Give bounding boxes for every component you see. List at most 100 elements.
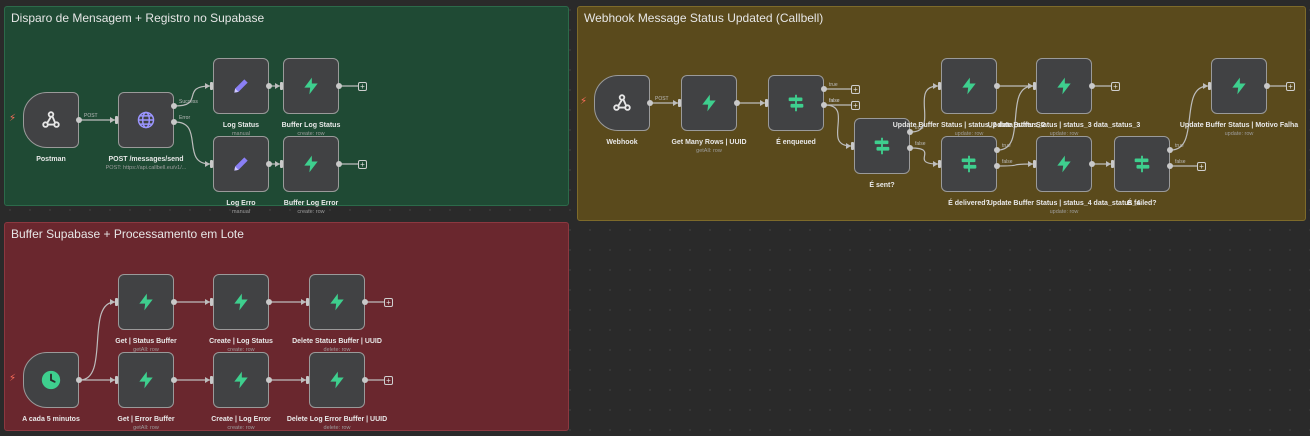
input-handle[interactable] — [1033, 160, 1036, 168]
input-handle[interactable] — [210, 82, 213, 90]
supabase-icon — [231, 292, 251, 312]
pencil-icon — [231, 154, 251, 174]
if-icon — [785, 92, 807, 114]
input-handle[interactable] — [280, 82, 283, 90]
output-handle[interactable] — [266, 377, 272, 383]
edge-label-post: POST — [655, 96, 669, 102]
node-subtitle: POST: https://api.callbell.eu/v1/... — [105, 165, 187, 171]
node-title: É sent? — [869, 182, 895, 189]
output-handle[interactable] — [1089, 83, 1095, 89]
output-handle[interactable] — [171, 299, 177, 305]
add-node-button[interactable]: + — [1197, 161, 1206, 171]
input-handle[interactable] — [1111, 160, 1114, 168]
node-title: Delete Status Buffer | UUID — [292, 338, 382, 345]
output-handle[interactable] — [994, 147, 1000, 153]
node-log_erro[interactable]: Log Erro manual — [213, 136, 269, 215]
add-node-button[interactable]: + — [358, 81, 367, 91]
edge-label-true: true — [1175, 143, 1184, 149]
output-handle[interactable] — [821, 102, 827, 108]
node-delete_status_buffer[interactable]: Delete Status Buffer | UUID delete: row — [292, 274, 382, 353]
add-node-button[interactable]: + — [1111, 81, 1120, 91]
output-handle[interactable] — [1167, 147, 1173, 153]
output-handle[interactable] — [907, 145, 913, 151]
node-e_enqueued[interactable]: É enqueued — [768, 75, 824, 146]
output-handle[interactable] — [647, 100, 653, 106]
node-create_log_status[interactable]: Create | Log Status create: row — [209, 274, 273, 353]
input-handle[interactable] — [115, 376, 118, 384]
input-handle[interactable] — [938, 82, 941, 90]
output-handle[interactable] — [994, 163, 1000, 169]
edge-label-true: true — [829, 82, 838, 88]
input-handle[interactable] — [765, 99, 768, 107]
edge-label-false: false — [1002, 159, 1013, 165]
input-handle[interactable] — [678, 99, 681, 107]
node-get_many[interactable]: Get Many Rows | UUID getAll: row — [671, 75, 747, 154]
output-handle[interactable] — [994, 83, 1000, 89]
connection-e_failed-upd_falha[interactable] — [1170, 85, 1209, 151]
node-title: É enqueued — [776, 139, 816, 146]
node-upd3[interactable]: Update Buffer Status | status_3 data_sta… — [988, 58, 1140, 137]
input-handle[interactable] — [210, 298, 213, 306]
add-node-button[interactable]: + — [358, 159, 367, 169]
node-get_status_buffer[interactable]: Get | Status Buffer getAll: row — [115, 274, 177, 353]
output-handle[interactable] — [336, 161, 342, 167]
input-handle[interactable] — [938, 160, 941, 168]
edge-label-false: false — [829, 98, 840, 104]
node-buffer_log_error[interactable]: Buffer Log Error create: row — [283, 136, 339, 215]
node-upd4[interactable]: Update Buffer Status | status_4 data_sta… — [988, 136, 1140, 215]
input-handle[interactable] — [306, 298, 309, 306]
input-handle[interactable] — [210, 376, 213, 384]
output-handle[interactable] — [266, 299, 272, 305]
output-handle[interactable] — [1264, 83, 1270, 89]
output-handle[interactable] — [171, 377, 177, 383]
supabase-icon — [959, 76, 979, 96]
output-handle[interactable] — [76, 377, 82, 383]
output-handle[interactable] — [1089, 161, 1095, 167]
node-a_cada[interactable]: A cada 5 minutos — [22, 352, 80, 423]
output-handle[interactable] — [76, 117, 82, 123]
node-log_status[interactable]: Log Status manual — [213, 58, 269, 137]
input-handle[interactable] — [115, 298, 118, 306]
node-upd_falha[interactable]: Update Buffer Status | Motivo Falha updat… — [1180, 58, 1298, 137]
output-handle[interactable] — [362, 299, 368, 305]
output-handle[interactable] — [1167, 163, 1173, 169]
input-handle[interactable] — [280, 160, 283, 168]
node-title: Update Buffer Status | status_3 data_sta… — [987, 122, 1141, 129]
input-handle[interactable] — [1208, 82, 1211, 90]
node-delete_log_error_buffer[interactable]: Delete Log Error Buffer | UUID delete: ro… — [287, 352, 387, 431]
add-node-button[interactable]: + — [384, 297, 393, 307]
add-node-button[interactable]: + — [384, 375, 393, 385]
pencil-icon — [231, 76, 251, 96]
input-handle[interactable] — [115, 116, 118, 124]
supabase-icon — [1054, 154, 1074, 174]
node-create_log_error[interactable]: Create | Log Error create: row — [211, 352, 271, 431]
output-handle[interactable] — [821, 86, 827, 92]
node-webhook[interactable]: Webhook — [594, 75, 650, 146]
supabase-icon — [301, 154, 321, 174]
output-handle[interactable] — [266, 83, 272, 89]
node-e_delivered[interactable]: É delivered? — [941, 136, 997, 207]
output-handle[interactable] — [336, 83, 342, 89]
input-handle[interactable] — [851, 142, 854, 150]
edge-label-true: true — [1002, 143, 1011, 149]
node-post_send[interactable]: POST /messages/send POST: https://api.cal… — [106, 92, 186, 171]
input-handle[interactable] — [306, 376, 309, 384]
supabase-icon — [699, 93, 719, 113]
add-node-button[interactable]: + — [1286, 81, 1295, 91]
node-upd2[interactable]: Update Buffer Status | status_2 data_sta… — [893, 58, 1045, 137]
output-handle[interactable] — [734, 100, 740, 106]
node-postman[interactable]: Postman — [23, 92, 79, 163]
connection-layer — [79, 83, 1286, 383]
node-buffer_log_status[interactable]: Buffer Log Status create: row — [282, 58, 340, 137]
output-handle[interactable] — [171, 103, 177, 109]
input-handle[interactable] — [210, 160, 213, 168]
add-node-button[interactable]: + — [851, 100, 860, 110]
node-title: Update Buffer Status | Motivo Falha — [1179, 122, 1299, 129]
connection-e_delivered-upd3[interactable] — [997, 85, 1034, 151]
node-get_error_buffer[interactable]: Get | Error Buffer getAll: row — [117, 352, 175, 431]
output-handle[interactable] — [266, 161, 272, 167]
output-handle[interactable] — [362, 377, 368, 383]
node-e_failed[interactable]: É failed? — [1114, 136, 1170, 207]
input-handle[interactable] — [1033, 82, 1036, 90]
add-node-button[interactable]: + — [851, 84, 860, 94]
